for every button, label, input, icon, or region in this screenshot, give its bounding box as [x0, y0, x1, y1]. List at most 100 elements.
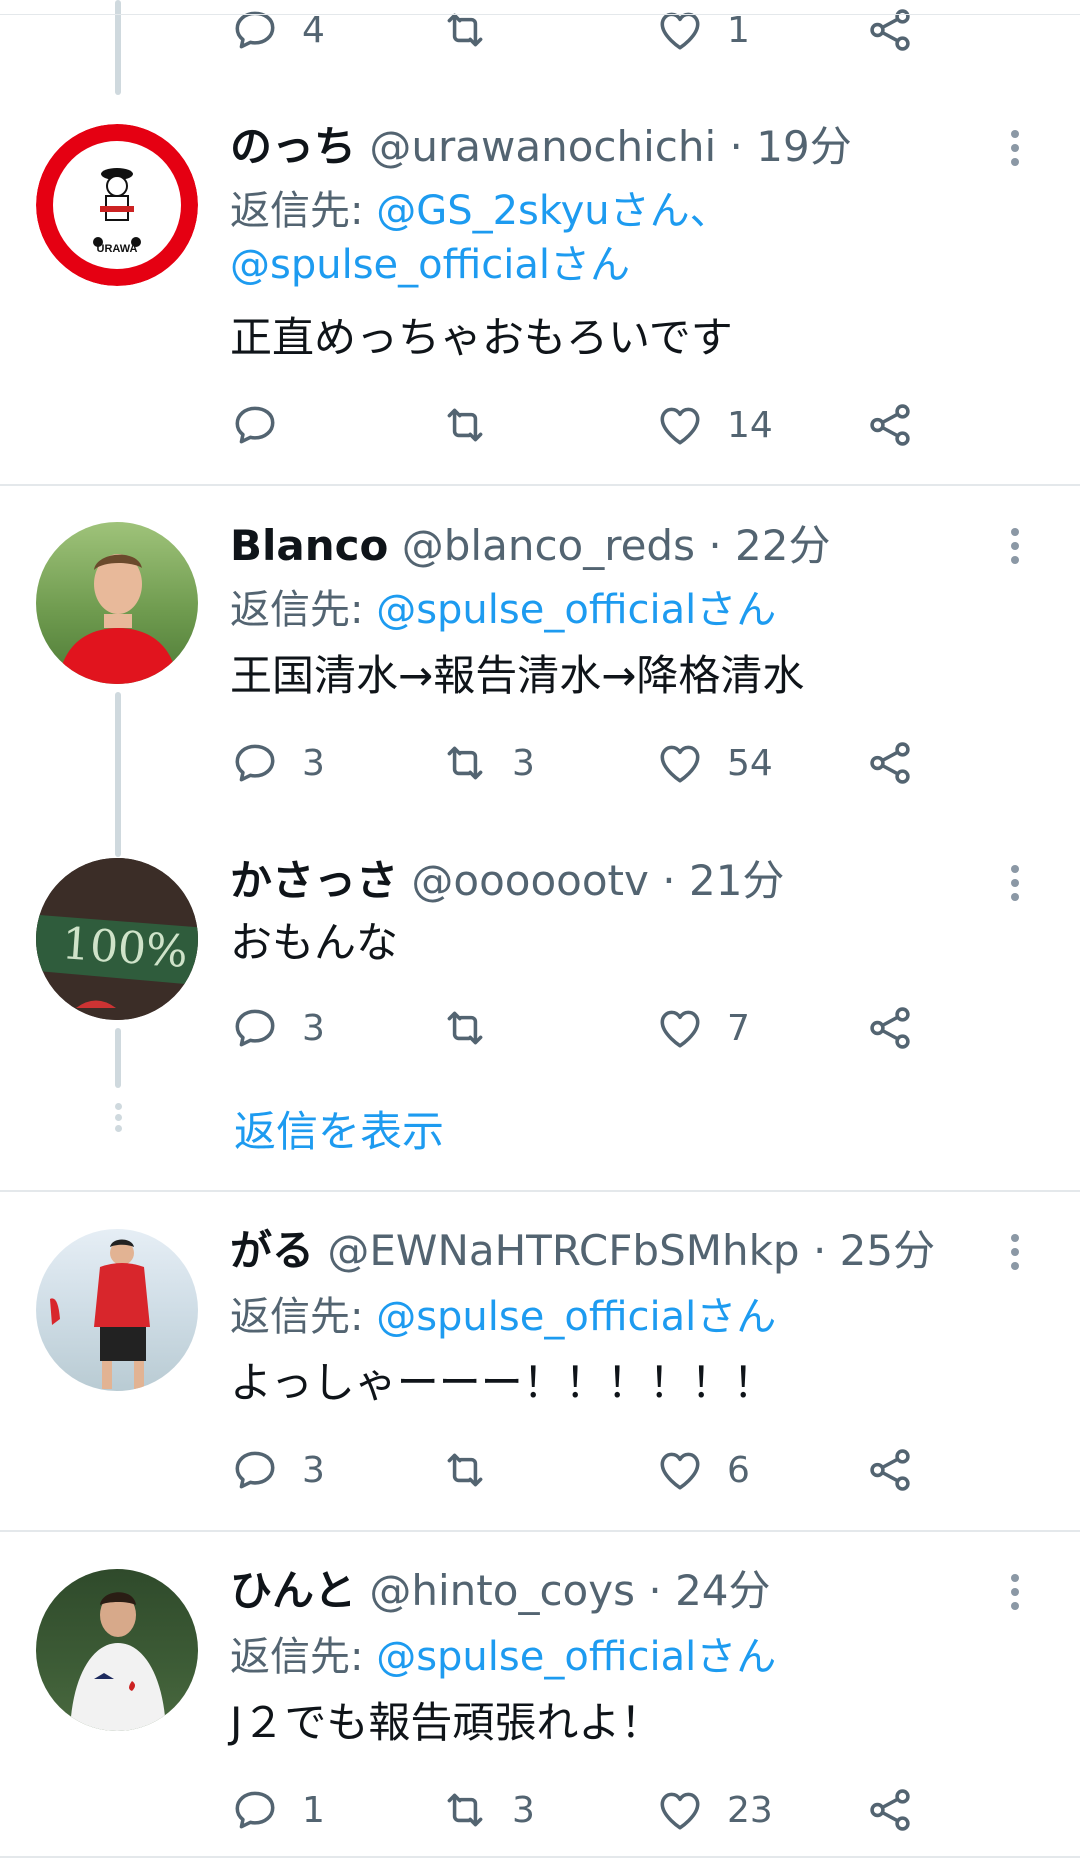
separator-dot: ·: [729, 122, 743, 171]
share-button[interactable]: [865, 1780, 915, 1840]
retweet-icon: [440, 1445, 490, 1495]
reply-button[interactable]: 3: [230, 733, 325, 793]
divider: [0, 1190, 1080, 1192]
reply-button[interactable]: 4: [230, 0, 325, 60]
share-button[interactable]: [865, 998, 915, 1058]
reply-prefix: 返信先:: [230, 188, 377, 234]
avatar[interactable]: [36, 522, 198, 684]
avatar-photo: 100%: [36, 858, 198, 1020]
like-button[interactable]: 54: [655, 733, 773, 793]
heart-icon: [655, 1003, 705, 1053]
heart-icon: [655, 738, 705, 788]
like-button[interactable]: 1: [655, 0, 750, 60]
timestamp[interactable]: 24分: [675, 1566, 770, 1615]
like-count: 54: [727, 742, 773, 784]
like-count: 7: [727, 1007, 750, 1049]
reply-button[interactable]: 3: [230, 998, 325, 1058]
mention-link[interactable]: @spulse_officialさん: [376, 587, 776, 633]
reply-count: 1: [302, 1789, 325, 1831]
retweet-count: 3: [512, 1789, 535, 1831]
mention-link[interactable]: @GS_2skyuさん、: [376, 188, 729, 234]
retweet-button[interactable]: 3: [440, 1780, 535, 1840]
more-options-button[interactable]: [1008, 865, 1022, 907]
like-button[interactable]: 14: [655, 395, 773, 455]
reply-icon: [230, 1785, 280, 1835]
mention-link[interactable]: @spulse_officialさん: [376, 1634, 776, 1680]
mention-link[interactable]: @spulse_officialさん: [230, 242, 630, 288]
like-button[interactable]: 7: [655, 998, 750, 1058]
reply-count: 3: [302, 1007, 325, 1049]
thread-continuation-dots: [111, 1103, 125, 1136]
reply-icon: [230, 738, 280, 788]
more-options-button[interactable]: [1008, 1234, 1022, 1276]
reply-button[interactable]: 1: [230, 1780, 325, 1840]
avatar[interactable]: [36, 1569, 198, 1731]
user-handle[interactable]: @ooooootv: [411, 856, 649, 905]
reply-count: 3: [302, 742, 325, 784]
divider: [0, 1530, 1080, 1532]
like-count: 1: [727, 9, 750, 51]
user-handle[interactable]: @EWNaHTRCFbSMhkp: [327, 1226, 799, 1275]
thread-line: [115, 1028, 121, 1088]
tweet-header: Blanco @blanco_reds · 22分: [230, 525, 831, 567]
tweet-text: 王国清水→報告清水→降格清水: [230, 651, 805, 700]
avatar-photo: [50, 1239, 150, 1389]
more-options-button[interactable]: [1008, 528, 1022, 570]
tweet-header: かさっさ @ooooootv · 21分: [230, 860, 784, 902]
display-name[interactable]: がる: [230, 1226, 314, 1275]
more-options-button[interactable]: [1008, 1574, 1022, 1616]
share-button[interactable]: [865, 733, 915, 793]
reply-to: 返信先: @spulse_officialさん: [230, 583, 776, 637]
timestamp[interactable]: 21分: [689, 856, 784, 905]
more-vertical-icon: [1011, 528, 1019, 536]
more-options-button[interactable]: [1008, 130, 1022, 172]
avatar[interactable]: 100%: [36, 858, 198, 1020]
display-name[interactable]: かさっさ: [230, 856, 398, 905]
heart-icon: [655, 1785, 705, 1835]
reply-prefix: 返信先:: [230, 1294, 377, 1340]
avatar-text-urawa: URAWA: [97, 243, 138, 255]
avatar[interactable]: ESTD 2018 URAWA: [36, 124, 198, 286]
retweet-button[interactable]: [440, 998, 512, 1058]
retweet-icon: [440, 400, 490, 450]
timestamp[interactable]: 19分: [756, 122, 851, 171]
user-handle[interactable]: @urawanochichi: [369, 122, 716, 171]
user-handle[interactable]: @hinto_coys: [369, 1566, 635, 1615]
share-button[interactable]: [865, 0, 915, 60]
share-button[interactable]: [865, 395, 915, 455]
like-button[interactable]: 6: [655, 1440, 750, 1500]
reply-button[interactable]: 3: [230, 1440, 325, 1500]
mention-link[interactable]: @spulse_officialさん: [376, 1294, 776, 1340]
reply-button[interactable]: [230, 395, 302, 455]
display-name[interactable]: のっち: [230, 122, 356, 171]
reply-prefix: 返信先:: [230, 587, 377, 633]
avatar-photo: [58, 554, 178, 684]
timestamp[interactable]: 25分: [840, 1226, 935, 1275]
show-replies-link[interactable]: 返信を表示: [234, 1098, 444, 1159]
divider: [0, 484, 1080, 486]
more-vertical-icon: [1011, 1234, 1019, 1242]
retweet-button[interactable]: [440, 395, 512, 455]
display-name[interactable]: ひんと: [230, 1566, 356, 1615]
retweet-button[interactable]: [440, 1440, 512, 1500]
heart-icon: [655, 5, 705, 55]
retweet-button[interactable]: [440, 0, 512, 60]
like-button[interactable]: 23: [655, 1780, 773, 1840]
separator-dot: ·: [708, 521, 722, 570]
avatar[interactable]: [36, 1229, 198, 1391]
tweet-text: おもんな: [230, 918, 399, 967]
reply-to: 返信先: @GS_2skyuさん、 @spulse_officialさん: [230, 184, 730, 292]
retweet-icon: [440, 1003, 490, 1053]
avatar-photo: [70, 1592, 166, 1731]
share-icon: [865, 1445, 915, 1495]
retweet-icon: [440, 738, 490, 788]
reply-prefix: 返信先:: [230, 1634, 377, 1680]
thread-line: [115, 692, 121, 857]
timestamp[interactable]: 22分: [735, 521, 830, 570]
divider: [0, 14, 1080, 15]
display-name[interactable]: Blanco: [230, 521, 388, 570]
share-button[interactable]: [865, 1440, 915, 1500]
retweet-button[interactable]: 3: [440, 733, 535, 793]
user-handle[interactable]: @blanco_reds: [402, 521, 695, 570]
like-count: 6: [727, 1449, 750, 1491]
